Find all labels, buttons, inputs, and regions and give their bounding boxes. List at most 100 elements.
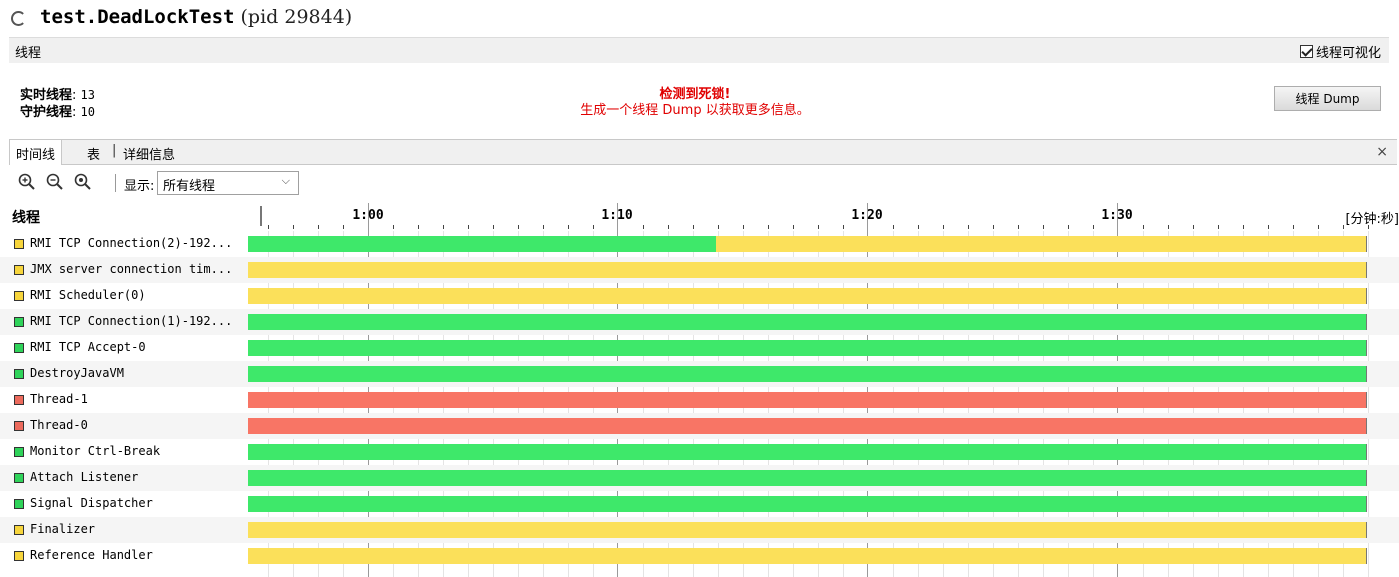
thread-state-segment (248, 236, 717, 252)
timeline-end-marker (1366, 418, 1367, 434)
thread-row[interactable]: RMI Scheduler(0) (0, 283, 1399, 309)
thread-state-swatch (14, 395, 24, 405)
timeline-end-marker (1366, 470, 1367, 486)
thread-timeline-bar[interactable] (248, 444, 1367, 460)
thread-timeline-bar[interactable] (248, 496, 1367, 512)
time-axis: [分钟:秒] 1:00 1:10 1:20 1:30 (248, 203, 1399, 231)
section-bar: 线程 线程可视化 (9, 37, 1389, 63)
app-name: test.DeadLockTest (40, 6, 235, 28)
tab-table[interactable]: 表 (81, 140, 106, 165)
timeline-end-marker (1366, 548, 1367, 564)
timeline-end-marker (1366, 392, 1367, 408)
thread-name: Thread-0 (30, 418, 88, 432)
live-threads-value: 13 (80, 88, 95, 102)
thread-row[interactable]: Reference Handler (0, 543, 1399, 569)
thread-name: RMI TCP Accept-0 (30, 340, 146, 354)
deadlock-alert: 检测到死锁! 生成一个线程 Dump 以获取更多信息。 (500, 87, 890, 119)
timeline-end-marker (1366, 288, 1367, 304)
daemon-threads-label: 守护线程 (20, 105, 73, 120)
thread-name: Reference Handler (30, 548, 153, 562)
thread-row[interactable]: Signal Dispatcher (0, 491, 1399, 517)
tab-timeline[interactable]: 时间线 (9, 140, 63, 165)
timeline-end-marker (1366, 522, 1367, 538)
thread-state-swatch (14, 343, 24, 353)
window-title: test.DeadLockTest (pid 29844) (40, 6, 352, 28)
thread-name: RMI Scheduler(0) (30, 288, 146, 302)
thread-filter-select[interactable]: 所有线程 ⌵ (157, 171, 299, 195)
time-tick-label: 1:10 (601, 208, 633, 223)
thread-timeline-bar[interactable] (248, 418, 1367, 434)
thread-timeline-bar[interactable] (248, 288, 1367, 304)
thread-name: Attach Listener (30, 470, 139, 484)
thread-name: Signal Dispatcher (30, 496, 153, 510)
thread-name: Thread-1 (30, 392, 88, 406)
thread-state-segment (248, 340, 1366, 356)
thread-state-swatch (14, 421, 24, 431)
timeline-end-marker (1366, 314, 1367, 330)
view-tabbar: 时间线 表 | 详细信息 × (9, 139, 1397, 165)
thread-timeline-bar[interactable] (248, 340, 1367, 356)
thread-state-segment (248, 418, 1366, 434)
timeline-toolbar: 显示: 所有线程 ⌵ (9, 168, 409, 198)
zoom-out-icon[interactable] (45, 172, 65, 192)
timeline-end-marker (1366, 340, 1367, 356)
thread-timeline-bar[interactable] (248, 392, 1367, 408)
thread-state-segment (716, 236, 1366, 252)
threads-column-header: 线程 (12, 210, 40, 226)
thread-timeline-bar[interactable] (248, 262, 1367, 278)
time-tick-label: 1:20 (851, 208, 883, 223)
zoom-fit-icon[interactable] (73, 172, 93, 192)
section-title: 线程 (15, 46, 42, 61)
thread-name: RMI TCP Connection(1)-192... (30, 314, 233, 328)
thread-counts: 实时线程: 13 守护线程: 10 (20, 88, 95, 120)
daemon-threads-value: 10 (80, 105, 95, 119)
thread-state-segment (248, 522, 1366, 538)
time-tick-label: 1:00 (352, 208, 384, 223)
toolbar-separator (115, 174, 116, 192)
thread-timeline-bar[interactable] (248, 366, 1367, 382)
thread-timeline-bar[interactable] (248, 522, 1367, 538)
thread-timeline-bar[interactable] (248, 314, 1367, 330)
thread-timeline-bar[interactable] (248, 236, 1367, 252)
thread-state-swatch (14, 447, 24, 457)
timeline-end-marker (1366, 236, 1367, 252)
thread-name: JMX server connection tim... (30, 262, 233, 276)
thread-state-swatch (14, 265, 24, 275)
thread-row[interactable]: Finalizer (0, 517, 1399, 543)
timeline-end-marker (1366, 496, 1367, 512)
tab-divider: | (112, 143, 117, 158)
zoom-in-icon[interactable] (17, 172, 37, 192)
checkbox-icon[interactable] (1299, 45, 1313, 58)
tab-details[interactable]: 详细信息 (117, 140, 181, 165)
thread-timeline-bar[interactable] (248, 470, 1367, 486)
thread-name: Monitor Ctrl-Break (30, 444, 161, 458)
thread-row[interactable]: Attach Listener (0, 465, 1399, 491)
thread-row[interactable]: JMX server connection tim... (0, 257, 1399, 283)
thread-row[interactable]: DestroyJavaVM (0, 361, 1399, 387)
thread-state-segment (248, 288, 1366, 304)
thread-row[interactable]: Monitor Ctrl-Break (0, 439, 1399, 465)
timeline-end-marker (1366, 366, 1367, 382)
thread-name: RMI TCP Connection(2)-192... (30, 236, 233, 250)
live-threads-label: 实时线程 (20, 88, 73, 103)
thread-state-segment (248, 548, 1366, 564)
thread-row[interactable]: RMI TCP Accept-0 (0, 335, 1399, 361)
window-title-bar: test.DeadLockTest (pid 29844) (0, 0, 1399, 36)
thread-state-segment (248, 496, 1366, 512)
thread-state-swatch (14, 239, 24, 249)
close-icon[interactable]: × (1376, 144, 1388, 160)
thread-row[interactable]: RMI TCP Connection(1)-192... (0, 309, 1399, 335)
thread-row[interactable]: RMI TCP Connection(2)-192... (0, 231, 1399, 257)
thread-state-swatch (14, 499, 24, 509)
timeline-end-marker (1366, 262, 1367, 278)
thread-timeline-bar[interactable] (248, 548, 1367, 564)
thread-state-swatch (14, 291, 24, 301)
deadlock-message: 生成一个线程 Dump 以获取更多信息。 (580, 103, 810, 118)
thread-dump-button[interactable]: 线程 Dump (1274, 86, 1381, 111)
thread-visualization-toggle[interactable]: 线程可视化 (1299, 42, 1381, 61)
thread-state-swatch (14, 551, 24, 561)
thread-row[interactable]: Thread-1 (0, 387, 1399, 413)
show-label: 显示: (124, 179, 155, 194)
thread-row[interactable]: Thread-0 (0, 413, 1399, 439)
thread-state-segment (248, 392, 1366, 408)
